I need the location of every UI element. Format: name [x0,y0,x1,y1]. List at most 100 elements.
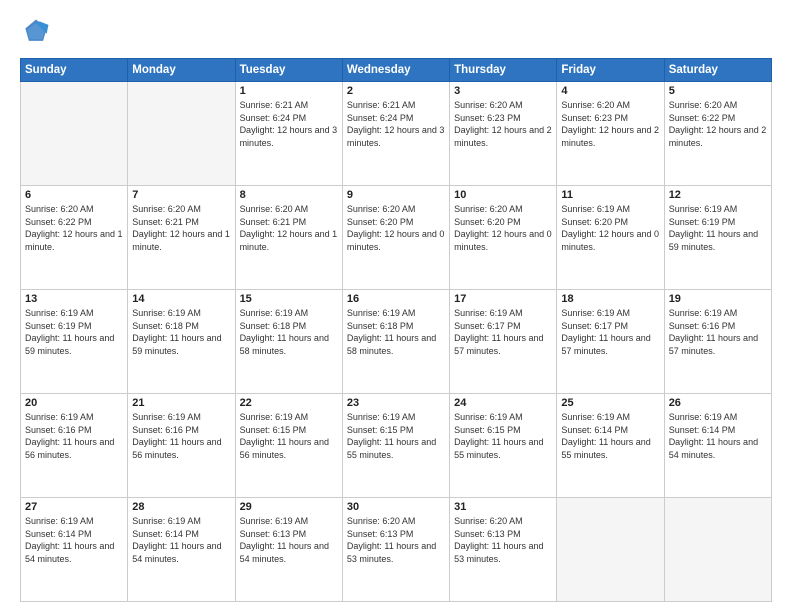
day-info: Sunrise: 6:19 AM Sunset: 6:14 PM Dayligh… [132,515,230,565]
calendar-cell: 30 Sunrise: 6:20 AM Sunset: 6:13 PM Dayli… [342,498,449,602]
day-number: 23 [347,397,445,409]
week-row-4: 20 Sunrise: 6:19 AM Sunset: 6:16 PM Dayli… [21,394,772,498]
weekday-header-saturday: Saturday [664,59,771,82]
week-row-2: 6 Sunrise: 6:20 AM Sunset: 6:22 PM Daylig… [21,186,772,290]
day-number: 2 [347,85,445,97]
logo-icon [20,16,52,48]
calendar-cell: 20 Sunrise: 6:19 AM Sunset: 6:16 PM Dayli… [21,394,128,498]
day-info: Sunrise: 6:19 AM Sunset: 6:16 PM Dayligh… [132,411,230,461]
weekday-header-wednesday: Wednesday [342,59,449,82]
calendar-cell: 25 Sunrise: 6:19 AM Sunset: 6:14 PM Dayli… [557,394,664,498]
day-number: 9 [347,189,445,201]
day-info: Sunrise: 6:21 AM Sunset: 6:24 PM Dayligh… [240,99,338,149]
day-info: Sunrise: 6:19 AM Sunset: 6:18 PM Dayligh… [132,307,230,357]
day-info: Sunrise: 6:19 AM Sunset: 6:19 PM Dayligh… [25,307,123,357]
day-info: Sunrise: 6:20 AM Sunset: 6:22 PM Dayligh… [669,99,767,149]
day-info: Sunrise: 6:19 AM Sunset: 6:15 PM Dayligh… [454,411,552,461]
day-info: Sunrise: 6:19 AM Sunset: 6:15 PM Dayligh… [240,411,338,461]
day-number: 14 [132,293,230,305]
day-info: Sunrise: 6:20 AM Sunset: 6:20 PM Dayligh… [347,203,445,253]
day-info: Sunrise: 6:19 AM Sunset: 6:18 PM Dayligh… [347,307,445,357]
weekday-header-sunday: Sunday [21,59,128,82]
day-number: 13 [25,293,123,305]
calendar-cell: 18 Sunrise: 6:19 AM Sunset: 6:17 PM Dayli… [557,290,664,394]
day-info: Sunrise: 6:19 AM Sunset: 6:14 PM Dayligh… [25,515,123,565]
day-number: 17 [454,293,552,305]
day-info: Sunrise: 6:20 AM Sunset: 6:20 PM Dayligh… [454,203,552,253]
day-number: 1 [240,85,338,97]
calendar-cell: 31Sunrise: 6:20 AM Sunset: 6:13 PM Dayli… [450,498,557,602]
day-number: 5 [669,85,767,97]
day-info: Sunrise: 6:19 AM Sunset: 6:15 PM Dayligh… [347,411,445,461]
calendar-cell: 7 Sunrise: 6:20 AM Sunset: 6:21 PM Daylig… [128,186,235,290]
day-number: 29 [240,501,338,513]
calendar-cell: 14 Sunrise: 6:19 AM Sunset: 6:18 PM Dayli… [128,290,235,394]
day-number: 21 [132,397,230,409]
day-info: Sunrise: 6:19 AM Sunset: 6:14 PM Dayligh… [561,411,659,461]
day-number: 3 [454,85,552,97]
logo [20,16,56,48]
day-number: 20 [25,397,123,409]
weekday-header-friday: Friday [557,59,664,82]
calendar-cell: 3 Sunrise: 6:20 AM Sunset: 6:23 PM Daylig… [450,82,557,186]
week-row-3: 13 Sunrise: 6:19 AM Sunset: 6:19 PM Dayli… [21,290,772,394]
day-info: Sunrise: 6:21 AM Sunset: 6:24 PM Dayligh… [347,99,445,149]
day-number: 24 [454,397,552,409]
calendar-cell: 17 Sunrise: 6:19 AM Sunset: 6:17 PM Dayli… [450,290,557,394]
day-number: 7 [132,189,230,201]
day-number: 6 [25,189,123,201]
calendar-cell [557,498,664,602]
day-info: Sunrise: 6:20 AM Sunset: 6:22 PM Dayligh… [25,203,123,253]
weekday-header-tuesday: Tuesday [235,59,342,82]
day-number: 8 [240,189,338,201]
day-info: Sunrise: 6:19 AM Sunset: 6:13 PM Dayligh… [240,515,338,565]
calendar-cell: 27Sunrise: 6:19 AM Sunset: 6:14 PM Dayli… [21,498,128,602]
day-info: Sunrise: 6:19 AM Sunset: 6:18 PM Dayligh… [240,307,338,357]
calendar-cell: 8 Sunrise: 6:20 AM Sunset: 6:21 PM Daylig… [235,186,342,290]
day-info: Sunrise: 6:19 AM Sunset: 6:17 PM Dayligh… [454,307,552,357]
day-number: 19 [669,293,767,305]
day-info: Sunrise: 6:19 AM Sunset: 6:16 PM Dayligh… [669,307,767,357]
calendar-cell: 12Sunrise: 6:19 AM Sunset: 6:19 PM Dayli… [664,186,771,290]
day-number: 30 [347,501,445,513]
calendar-cell [21,82,128,186]
day-info: Sunrise: 6:20 AM Sunset: 6:21 PM Dayligh… [240,203,338,253]
day-info: Sunrise: 6:20 AM Sunset: 6:23 PM Dayligh… [454,99,552,149]
calendar-cell: 26Sunrise: 6:19 AM Sunset: 6:14 PM Dayli… [664,394,771,498]
calendar-table: SundayMondayTuesdayWednesdayThursdayFrid… [20,58,772,602]
day-number: 10 [454,189,552,201]
day-info: Sunrise: 6:20 AM Sunset: 6:13 PM Dayligh… [347,515,445,565]
calendar-cell: 29 Sunrise: 6:19 AM Sunset: 6:13 PM Dayli… [235,498,342,602]
day-info: Sunrise: 6:20 AM Sunset: 6:21 PM Dayligh… [132,203,230,253]
calendar-cell: 1 Sunrise: 6:21 AM Sunset: 6:24 PM Daylig… [235,82,342,186]
calendar-cell: 6 Sunrise: 6:20 AM Sunset: 6:22 PM Daylig… [21,186,128,290]
calendar-cell: 9 Sunrise: 6:20 AM Sunset: 6:20 PM Daylig… [342,186,449,290]
calendar-cell: 10 Sunrise: 6:20 AM Sunset: 6:20 PM Dayli… [450,186,557,290]
day-number: 12 [669,189,767,201]
header [20,16,772,48]
day-number: 11 [561,189,659,201]
day-number: 15 [240,293,338,305]
day-info: Sunrise: 6:19 AM Sunset: 6:14 PM Dayligh… [669,411,767,461]
calendar-cell: 2 Sunrise: 6:21 AM Sunset: 6:24 PM Daylig… [342,82,449,186]
calendar-cell: 5 Sunrise: 6:20 AM Sunset: 6:22 PM Daylig… [664,82,771,186]
weekday-header-row: SundayMondayTuesdayWednesdayThursdayFrid… [21,59,772,82]
calendar-cell: 23 Sunrise: 6:19 AM Sunset: 6:15 PM Dayli… [342,394,449,498]
weekday-header-thursday: Thursday [450,59,557,82]
weekday-header-monday: Monday [128,59,235,82]
day-number: 18 [561,293,659,305]
day-info: Sunrise: 6:19 AM Sunset: 6:17 PM Dayligh… [561,307,659,357]
day-info: Sunrise: 6:19 AM Sunset: 6:16 PM Dayligh… [25,411,123,461]
calendar-cell: 22 Sunrise: 6:19 AM Sunset: 6:15 PM Dayli… [235,394,342,498]
week-row-1: 1 Sunrise: 6:21 AM Sunset: 6:24 PM Daylig… [21,82,772,186]
day-number: 22 [240,397,338,409]
calendar-cell: 24 Sunrise: 6:19 AM Sunset: 6:15 PM Dayli… [450,394,557,498]
day-number: 16 [347,293,445,305]
day-number: 31 [454,501,552,513]
day-number: 25 [561,397,659,409]
calendar-cell: 21 Sunrise: 6:19 AM Sunset: 6:16 PM Dayli… [128,394,235,498]
calendar-cell: 19 Sunrise: 6:19 AM Sunset: 6:16 PM Dayli… [664,290,771,394]
calendar-cell: 16 Sunrise: 6:19 AM Sunset: 6:18 PM Dayli… [342,290,449,394]
calendar-cell [664,498,771,602]
calendar-cell: 15 Sunrise: 6:19 AM Sunset: 6:18 PM Dayli… [235,290,342,394]
